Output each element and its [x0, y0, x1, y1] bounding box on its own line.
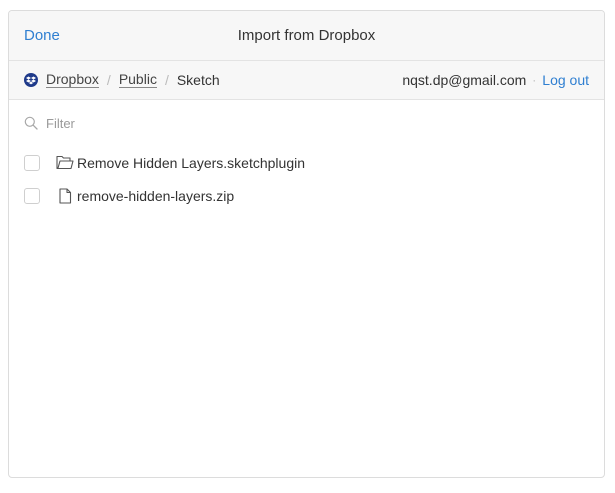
filter-row [9, 100, 604, 146]
dropbox-logo-icon [24, 73, 38, 87]
done-button[interactable]: Done [24, 11, 60, 61]
item-checkbox[interactable] [24, 154, 40, 171]
file-list: Remove Hidden Layers.sketchplugin remove… [9, 146, 604, 212]
dialog-title: Import from Dropbox [237, 27, 376, 44]
account-separator: · [532, 73, 537, 87]
item-checkbox[interactable] [24, 187, 40, 204]
dialog-header: Done Import from Dropbox [9, 11, 604, 61]
breadcrumb: Dropbox / Public / Sketch [46, 72, 220, 88]
list-item[interactable]: Remove Hidden Layers.sketchplugin [9, 146, 604, 179]
breadcrumb-sketch: Sketch [176, 72, 220, 88]
folder-icon [56, 155, 74, 171]
file-icon [56, 187, 74, 204]
breadcrumb-public[interactable]: Public [118, 72, 157, 88]
logout-link[interactable]: Log out [542, 72, 589, 88]
breadcrumb-separator: / [106, 72, 111, 88]
filter-input[interactable] [44, 114, 348, 132]
search-icon [24, 116, 38, 130]
file-name[interactable]: remove-hidden-layers.zip [77, 188, 234, 204]
account-email: nqst.dp@gmail.com [402, 72, 527, 88]
path-bar: Dropbox / Public / Sketch nqst.dp@gmail.… [9, 61, 604, 100]
breadcrumb-dropbox[interactable]: Dropbox [46, 72, 99, 88]
import-dialog: Done Import from Dropbox Dropbox / Publi… [8, 10, 605, 478]
file-name[interactable]: Remove Hidden Layers.sketchplugin [77, 155, 305, 171]
list-item[interactable]: remove-hidden-layers.zip [9, 179, 604, 212]
breadcrumb-separator: / [164, 72, 169, 88]
